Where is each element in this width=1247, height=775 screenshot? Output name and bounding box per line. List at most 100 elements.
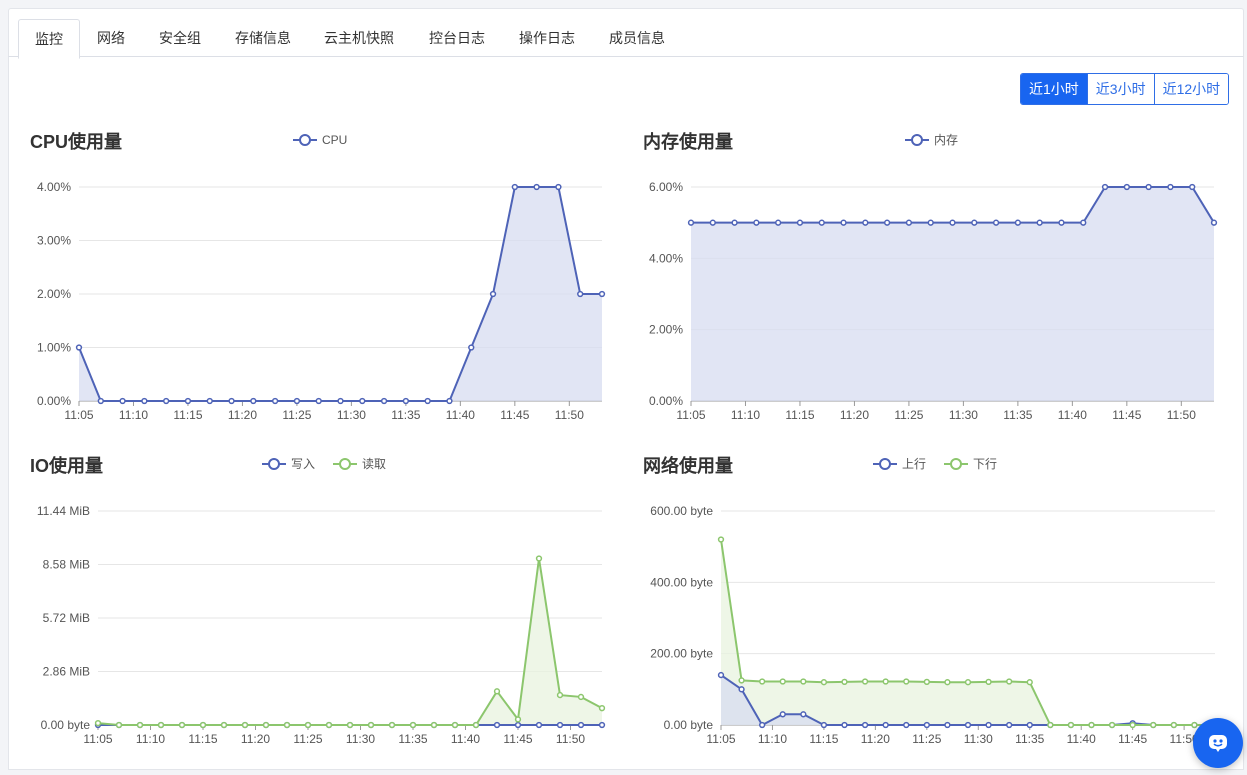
x-tick-label: 11:10 [119,408,148,422]
x-tick-label: 11:30 [337,408,366,422]
legend-marker [911,134,923,146]
data-point [514,721,522,729]
x-tick-label: 11:25 [894,408,923,422]
data-point [717,536,725,543]
x-tick-label: 11:20 [840,408,869,422]
x-tick-label: 11:45 [503,732,532,746]
data-point [1026,679,1033,686]
data-point [556,721,564,729]
data-point [468,344,475,351]
data-point [779,678,786,685]
data-point [346,721,354,729]
help-chat-button[interactable] [1193,718,1243,768]
tab-member-info[interactable]: 成员信息 [599,18,675,58]
tab-console-log[interactable]: 控台日志 [419,18,495,58]
data-point [555,183,562,191]
data-point [535,721,543,729]
data-point [738,686,745,693]
data-point [717,671,725,679]
data-point [944,721,951,729]
data-point [424,397,431,405]
x-tick-label: 11:50 [1167,408,1196,422]
series-area-内存 [691,187,1214,401]
range-1h-button[interactable]: 近1小时 [1021,74,1087,104]
x-tick-label: 11:40 [1067,732,1096,746]
legend-marker [879,458,891,470]
legend-label: 上行 [902,457,926,471]
x-tick-label: 11:15 [809,732,838,746]
data-point [380,397,388,405]
x-tick-label: 11:40 [451,732,480,746]
y-tick-label: 11.44 MiB [37,504,90,518]
range-12h-button[interactable]: 近12小时 [1153,74,1229,104]
data-point [841,721,848,729]
data-point [1006,721,1013,729]
x-tick-label: 11:50 [555,408,584,422]
data-point [598,290,606,298]
data-point [119,397,126,405]
x-tick-label: 11:25 [293,732,322,746]
x-tick-label: 11:30 [949,408,978,422]
data-point [861,678,869,685]
chart-title: 网络使用量 [643,455,733,476]
data-point [157,721,165,729]
data-point [577,290,584,298]
x-tick-label: 11:45 [500,408,529,422]
x-tick-label: 11:20 [861,732,890,746]
data-point [511,183,518,191]
x-tick-label: 11:35 [1015,732,1044,746]
data-point [883,219,891,226]
data-point [304,721,312,729]
data-point [1170,721,1177,729]
data-point [944,679,951,686]
x-tick-label: 11:25 [912,732,941,746]
tab-monitor[interactable]: 监控 [18,19,80,59]
data-point [262,721,270,729]
data-point [1191,721,1198,729]
data-point [514,716,522,723]
data-point [493,688,501,695]
data-point [533,183,540,191]
y-tick-label: 4.00% [649,251,683,265]
chart-title: CPU使用量 [30,131,122,152]
x-tick-label: 11:35 [391,408,420,422]
tab-network[interactable]: 网络 [85,18,137,58]
data-point [753,219,760,226]
y-tick-label: 0.00 byte [664,718,714,732]
data-point [985,721,992,729]
data-point [779,711,786,718]
data-point [220,721,228,729]
data-point [1150,721,1157,729]
data-point [472,721,480,729]
series-area-下行 [721,539,1215,725]
legend-label: 内存 [934,133,958,147]
x-tick-label: 11:40 [446,408,475,422]
data-point [841,678,848,685]
y-tick-label: 2.86 MiB [43,665,90,679]
cpu-usage-chart: CPU使用量 CPU 0.00% 1.00% 2.00% 3.00% 4.00% 11:05 1… [30,131,606,422]
data-point [796,219,804,226]
legend-label: 下行 [973,457,997,471]
data-point [1014,219,1022,226]
data-point [325,721,333,729]
data-point [451,721,459,729]
tab-operation-log[interactable]: 操作日志 [509,18,585,58]
data-point [1129,721,1136,729]
data-point [199,721,207,729]
x-tick-label: 11:20 [228,408,257,422]
data-point [293,397,301,405]
tab-security-group[interactable]: 安全组 [149,18,211,58]
x-tick-label: 11:40 [1058,408,1087,422]
tab-bar: 监控 网络 安全组 存储信息 云主机快照 控台日志 操作日志 成员信息 [8,8,1244,59]
data-point [97,397,104,405]
legend-label: CPU [322,133,347,147]
y-tick-label: 4.00% [37,180,71,194]
data-point [992,219,1000,226]
x-tick-label: 11:45 [1112,408,1141,422]
range-3h-button[interactable]: 近3小时 [1086,74,1154,104]
data-point [862,219,869,226]
x-tick-label: 11:20 [241,732,270,746]
x-tick-label: 11:05 [676,408,705,422]
tab-storage-info[interactable]: 存储信息 [225,18,301,58]
tab-vm-snapshot[interactable]: 云主机快照 [314,18,404,58]
